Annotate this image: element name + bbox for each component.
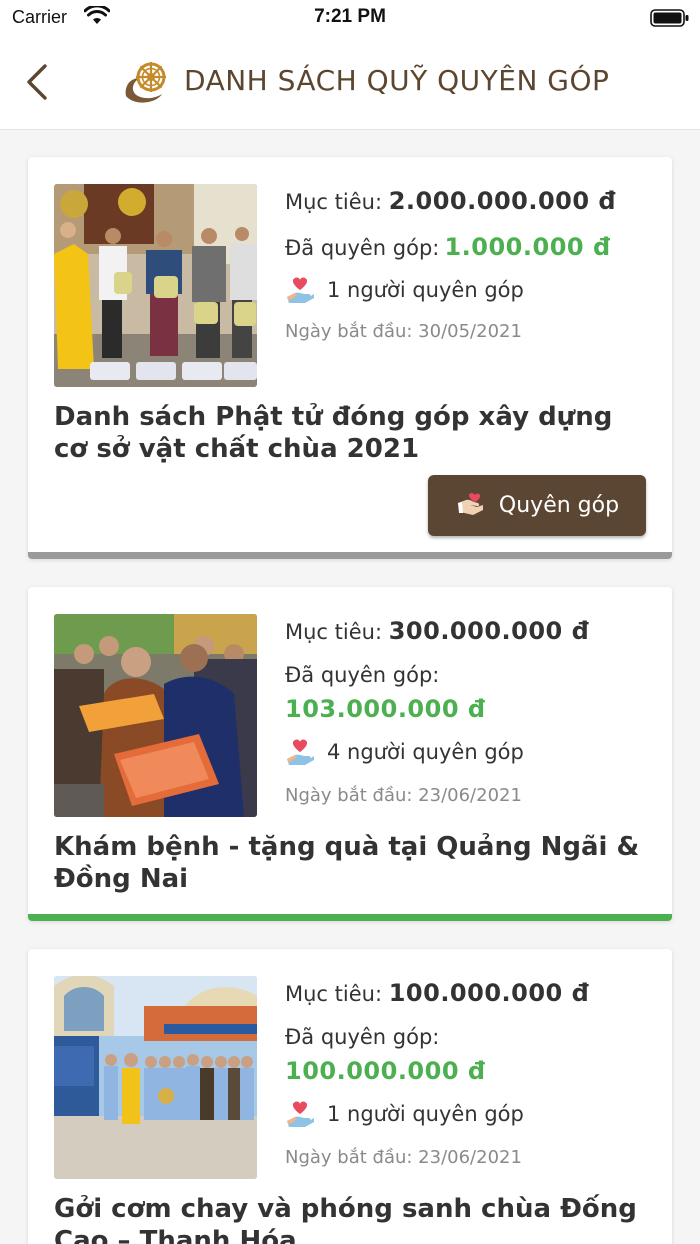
raised-label: Đã quyên góp:	[285, 236, 440, 260]
target-label: Mục tiêu:	[285, 620, 383, 644]
target-amount: 300.000.000 đ	[388, 617, 590, 645]
donors-count: 1 người quyên góp	[327, 1102, 524, 1126]
fund-image	[54, 976, 257, 1179]
fund-title: Khám bệnh - tặng quà tại Quảng Ngãi & Đồ…	[54, 832, 640, 894]
target-amount: 2.000.000.000 đ	[388, 187, 617, 215]
target-label: Mục tiêu:	[285, 982, 383, 1006]
target-label: Mục tiêu:	[285, 190, 383, 214]
wifi-icon	[84, 6, 110, 24]
start-date: Ngày bắt đầu: 23/06/2021	[285, 785, 522, 806]
donors-row: 1 người quyên góp	[285, 1097, 655, 1131]
target-row: Mục tiêu: 100.000.000 đ	[285, 977, 655, 1009]
fund-info: Mục tiêu: 2.000.000.000 đ Đã quyên góp: …	[285, 185, 655, 342]
heart-hand-icon	[287, 739, 314, 765]
back-button[interactable]	[18, 58, 58, 106]
fund-card[interactable]: Mục tiêu: 100.000.000 đ Đã quyên góp: 10…	[28, 949, 672, 1244]
fund-info: Mục tiêu: 100.000.000 đ Đã quyên góp: 10…	[285, 977, 655, 1168]
fund-card[interactable]: Mục tiêu: 2.000.000.000 đ Đã quyên góp: …	[28, 157, 672, 559]
fund-title: Danh sách Phật tử đóng góp xây dựng cơ s…	[54, 402, 613, 464]
raised-amount: 103.000.000 đ	[285, 695, 486, 723]
raised-label: Đã quyên góp:	[285, 1025, 440, 1049]
heart-hand-icon	[287, 277, 314, 303]
raised-label: Đã quyên góp:	[285, 663, 440, 687]
fund-title: Gởi cơm chay và phóng sanh chùa Đống Cao…	[54, 1194, 637, 1244]
page-title: DANH SÁCH QUỸ QUYÊN GÓP	[184, 64, 610, 97]
donors-row: 4 người quyên góp	[285, 735, 655, 769]
fund-card[interactable]: Mục tiêu: 300.000.000 đ Đã quyên góp: 10…	[28, 587, 672, 921]
fund-info: Mục tiêu: 300.000.000 đ Đã quyên góp: 10…	[285, 615, 655, 806]
target-row: Mục tiêu: 300.000.000 đ	[285, 615, 655, 647]
donate-button[interactable]: Quyên góp	[428, 475, 646, 536]
heart-hand-icon	[287, 1101, 314, 1127]
donors-row: 1 người quyên góp	[285, 273, 655, 307]
status-bar: Carrier 7:21 PM	[0, 0, 700, 36]
raised-amount: 100.000.000 đ	[285, 1057, 486, 1085]
donate-button-label: Quyên góp	[498, 493, 620, 518]
battery-icon	[650, 9, 689, 27]
donate-hand-icon	[457, 492, 483, 515]
raised-row: Đã quyên góp: 1.000.000 đ	[285, 231, 655, 263]
carrier-label: Carrier	[12, 7, 68, 27]
dharma-wheel-logo	[125, 62, 166, 103]
start-date: Ngày bắt đầu: 30/05/2021	[285, 321, 522, 342]
donors-count: 4 người quyên góp	[327, 740, 524, 764]
target-amount: 100.000.000 đ	[388, 979, 590, 1007]
fund-image	[54, 184, 257, 387]
nav-bar: DANH SÁCH QUỸ QUYÊN GÓP	[0, 36, 700, 130]
card-bottom-bar	[28, 914, 672, 921]
fund-image	[54, 614, 257, 817]
raised-amount: 1.000.000 đ	[444, 233, 611, 261]
donors-count: 1 người quyên góp	[327, 278, 524, 302]
card-bottom-bar	[28, 552, 672, 559]
target-row: Mục tiêu: 2.000.000.000 đ	[285, 185, 655, 217]
start-date: Ngày bắt đầu: 23/06/2021	[285, 1147, 522, 1168]
